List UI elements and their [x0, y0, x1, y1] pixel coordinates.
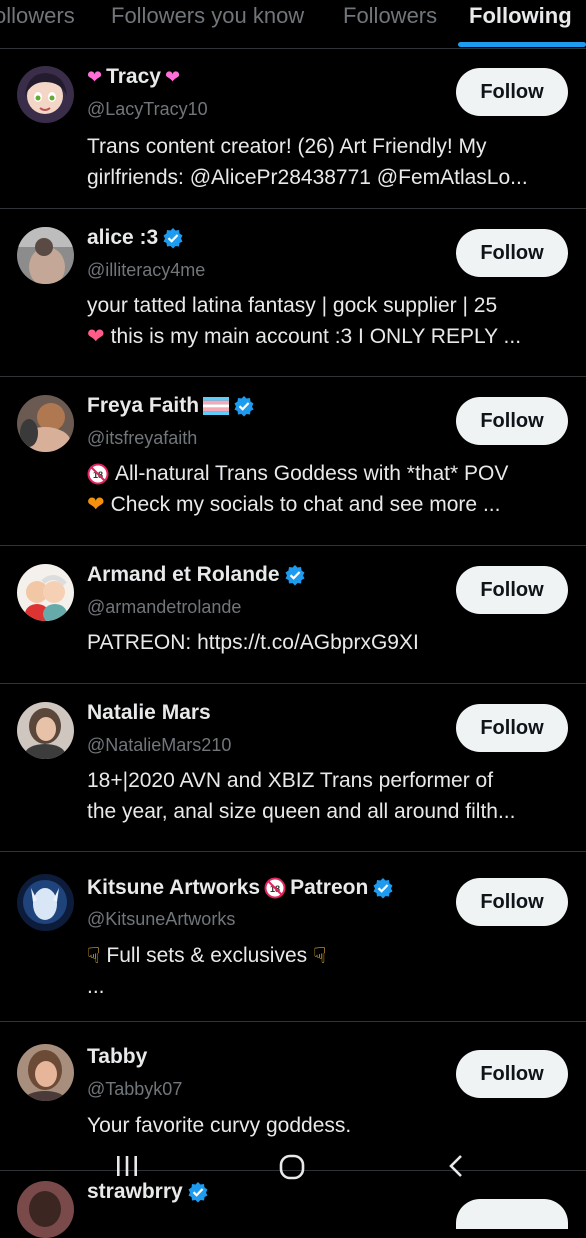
avatar[interactable] [17, 395, 74, 452]
user-bio: 18+|2020 AVN and XBIZ Trans performer of… [87, 769, 516, 823]
follow-button[interactable]: Follow [456, 878, 568, 926]
pointing-down-icon: ☟ [87, 943, 101, 968]
pink-heart-icon: ❤ [87, 325, 105, 348]
follow-button[interactable]: Follow [456, 397, 568, 445]
user-handle: @Tabbyk07 [87, 1079, 183, 1099]
display-name: Freya Faith [87, 393, 255, 419]
verified-badge-icon [373, 878, 393, 899]
following-list: ❤ Tracy ❤ @LacyTracy10 Trans content cre… [0, 48, 586, 1238]
no-under-18-icon: 18 [87, 463, 109, 484]
two-hearts-icon: ❤ [164, 67, 181, 87]
verified-badge-icon [163, 228, 183, 249]
tab-followers-left[interactable]: ollowers [0, 2, 75, 30]
display-name: alice :3 [87, 225, 184, 251]
user-bio: Your favorite curvy goddess. [87, 1114, 352, 1137]
follow-button[interactable]: Follow [456, 566, 568, 614]
verified-badge-icon [285, 565, 305, 586]
follow-button[interactable] [456, 1199, 568, 1229]
two-hearts-icon: ❤ [87, 67, 103, 87]
avatar[interactable] [17, 702, 74, 759]
user-row-alice[interactable]: alice :3 @illiteracy4me your tatted lati… [0, 209, 586, 377]
follow-button[interactable]: Follow [456, 1050, 568, 1098]
follow-button[interactable]: Follow [456, 229, 568, 277]
pointing-down-icon: ☟ [313, 943, 327, 968]
user-row-kitsune-artworks[interactable]: Kitsune Artworks 18 Patreon @KitsuneArtw… [0, 852, 586, 1022]
display-name: ❤ Tracy ❤ [87, 65, 181, 88]
trans-flag-icon [203, 397, 230, 415]
user-handle: @LacyTracy10 [87, 99, 208, 119]
display-name: Armand et Rolande [87, 562, 306, 588]
display-name: Tabby [87, 1045, 148, 1068]
system-nav-bar [0, 1145, 586, 1190]
display-name: Natalie Mars [87, 701, 211, 724]
orange-heart-icon: ❤ [87, 493, 105, 516]
follow-button[interactable]: Follow [456, 68, 568, 116]
tab-bar: ollowers Followers you know Followers Fo… [0, 0, 586, 49]
user-bio: Trans content creator! (26) Art Friendly… [87, 135, 528, 189]
user-handle: @NatalieMars210 [87, 735, 232, 755]
user-row-freya-faith[interactable]: Freya Faith @itsfreyafaith 18 All-natura… [0, 377, 586, 546]
user-bio: PATREON: https://t.co/AGbprxG9XI [87, 631, 419, 654]
avatar[interactable] [17, 874, 74, 931]
user-row-armand-et-rolande[interactable]: Armand et Rolande @armandetrolande PATRE… [0, 546, 586, 684]
back-icon[interactable] [444, 1153, 468, 1179]
user-handle: @illiteracy4me [87, 260, 206, 280]
user-bio: ☟ Full sets & exclusives ☟ ... [87, 940, 567, 1002]
tab-following[interactable]: Following [469, 2, 572, 30]
user-bio: your tatted latina fantasy | gock suppli… [87, 290, 567, 352]
user-row-natalie-mars[interactable]: Natalie Mars @NatalieMars210 18+|2020 AV… [0, 684, 586, 852]
avatar[interactable] [17, 1044, 74, 1101]
follow-button[interactable]: Follow [456, 704, 568, 752]
avatar[interactable] [17, 564, 74, 621]
verified-badge-icon [234, 396, 254, 417]
recent-apps-icon[interactable] [114, 1153, 140, 1179]
user-bio: 18 All-natural Trans Goddess with *that*… [87, 458, 567, 520]
display-name: Kitsune Artworks 18 Patreon [87, 875, 394, 901]
tab-followers[interactable]: Followers [343, 2, 437, 30]
home-icon[interactable] [278, 1153, 306, 1181]
user-handle: @itsfreyafaith [87, 428, 198, 448]
active-tab-indicator [458, 42, 586, 47]
user-handle: @KitsuneArtworks [87, 909, 236, 929]
tab-followers-you-know[interactable]: Followers you know [111, 2, 304, 30]
avatar[interactable] [17, 227, 74, 284]
user-handle: @armandetrolande [87, 597, 242, 617]
user-row-tracy[interactable]: ❤ Tracy ❤ @LacyTracy10 Trans content cre… [0, 48, 586, 209]
no-under-18-icon: 18 [264, 877, 286, 899]
avatar[interactable] [17, 66, 74, 123]
